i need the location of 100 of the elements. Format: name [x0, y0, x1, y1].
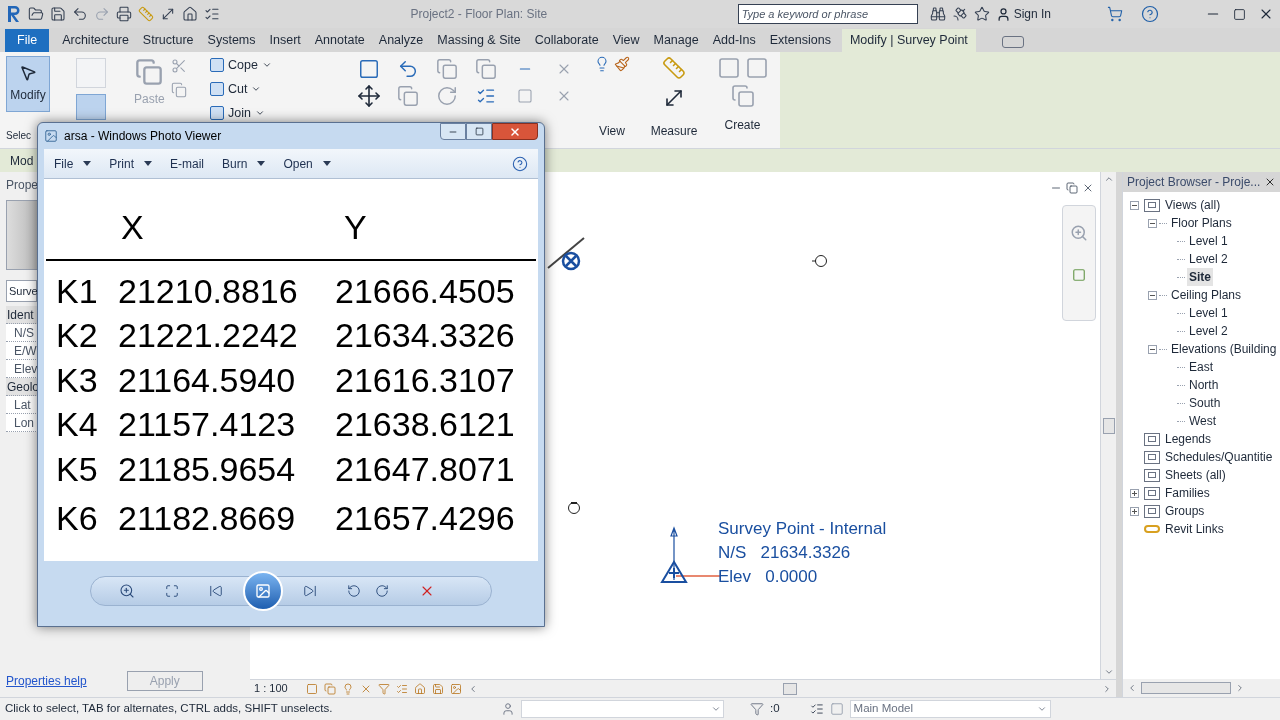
design-options-icon[interactable] — [809, 702, 824, 716]
close-icon[interactable] — [1264, 176, 1276, 188]
geometry-tool[interactable]: Cope — [210, 56, 346, 75]
undo-icon[interactable] — [72, 6, 88, 22]
paint-icon[interactable] — [614, 56, 630, 72]
app-logo-icon[interactable] — [6, 5, 22, 23]
view-control-icon[interactable] — [377, 682, 390, 695]
ribbon-toggle-icon[interactable] — [1001, 36, 1024, 48]
scroll-down-icon[interactable] — [1103, 667, 1114, 677]
print-icon[interactable] — [116, 6, 132, 22]
redo-icon[interactable] — [94, 6, 110, 22]
maximize-button[interactable] — [466, 123, 492, 140]
viewer-menu[interactable]: Open — [283, 154, 331, 173]
expand-toggle[interactable] — [1129, 488, 1139, 498]
view-control-icon[interactable] — [413, 682, 426, 695]
ribbon-tab[interactable]: Annotate — [308, 29, 371, 52]
tree-item[interactable]: Level 1 — [1187, 232, 1230, 250]
tree-item[interactable]: Revit Links — [1163, 520, 1226, 538]
previous-icon[interactable] — [209, 583, 223, 598]
ribbon-tab[interactable]: Manage — [647, 29, 705, 52]
tree-item[interactable]: Level 2 — [1187, 322, 1230, 340]
tree-item[interactable]: East — [1187, 358, 1215, 376]
cut-icon[interactable] — [170, 58, 187, 74]
lightbulb-icon[interactable] — [594, 56, 610, 72]
close-button[interactable] — [492, 123, 538, 140]
view-control-icon[interactable] — [395, 682, 408, 695]
design-option-dropdown[interactable]: Main Model — [849, 700, 1051, 718]
ribbon-tab[interactable]: Modify | Survey Point — [841, 29, 976, 52]
geometry-tool[interactable]: Cut — [210, 79, 346, 99]
restore-icon[interactable] — [1066, 182, 1078, 194]
measure-icon[interactable] — [662, 56, 686, 80]
collapse-toggle[interactable] — [1129, 200, 1139, 210]
ribbon-tab[interactable]: Massing & Site — [431, 29, 527, 52]
ribbon-tab[interactable]: Systems — [201, 29, 262, 52]
tree-item[interactable]: Elevations (Building — [1169, 340, 1279, 358]
viewer-menu[interactable]: E-mail — [170, 154, 205, 173]
ruler-icon[interactable] — [138, 6, 154, 22]
modify-button[interactable]: Modify — [6, 56, 50, 112]
save-icon[interactable] — [50, 6, 66, 22]
tree-item[interactable]: Legends — [1163, 430, 1214, 448]
tree-item[interactable]: Groups — [1163, 502, 1207, 520]
ribbon-tab[interactable]: Architecture — [56, 29, 135, 52]
star-icon[interactable] — [973, 6, 990, 22]
geometry-tool[interactable]: Join — [210, 103, 346, 123]
minimize-button[interactable] — [440, 123, 466, 140]
tree-item[interactable]: North — [1187, 376, 1221, 394]
collapse-toggle[interactable] — [1147, 290, 1157, 300]
viewer-menu[interactable]: Print — [109, 154, 153, 173]
tree-item[interactable]: Schedules/Quantitie — [1163, 448, 1275, 466]
tree-item[interactable]: Level 1 — [1187, 304, 1230, 322]
ribbon-tab[interactable]: Analyze — [372, 29, 430, 52]
view-control-icon[interactable] — [449, 682, 462, 695]
ribbon-tab[interactable]: Add-Ins — [706, 29, 762, 52]
close-icon[interactable] — [1082, 182, 1094, 194]
tree-item[interactable]: Site — [1187, 268, 1213, 286]
ribbon-tab[interactable]: Collaborate — [528, 29, 605, 52]
help-link[interactable]: Properties help — [6, 672, 87, 690]
copy-icon[interactable] — [170, 82, 187, 98]
scrollbar-thumb[interactable] — [1102, 417, 1115, 434]
tree-item[interactable]: Views (all) — [1163, 196, 1223, 214]
maximize-icon[interactable] — [1233, 7, 1246, 21]
tree-item[interactable]: Families — [1163, 484, 1212, 502]
ribbon-tab[interactable]: File — [5, 29, 50, 52]
navigation-bar[interactable] — [1062, 205, 1096, 321]
scroll-left-icon[interactable] — [1127, 683, 1137, 693]
next-icon[interactable] — [303, 583, 317, 598]
rotate-right-icon[interactable] — [375, 583, 389, 598]
scroll-up-icon[interactable] — [1103, 174, 1114, 184]
filter-icon[interactable] — [750, 702, 764, 716]
viewer-menu[interactable]: File — [54, 154, 92, 173]
tree-item[interactable]: South — [1187, 394, 1223, 412]
tree-item[interactable]: Floor Plans — [1169, 214, 1234, 232]
ribbon-tab[interactable]: Structure — [136, 29, 200, 52]
scroll-right-icon[interactable] — [1235, 683, 1245, 693]
scrollbar-thumb[interactable] — [782, 682, 797, 695]
view-control-icon[interactable] — [305, 682, 318, 695]
ribbon-tab[interactable]: View — [606, 29, 646, 52]
tree-item[interactable]: West — [1187, 412, 1219, 430]
dimension-icon[interactable] — [160, 6, 176, 22]
ribbon-tab[interactable]: Extensions — [763, 29, 837, 52]
tree-item[interactable]: Ceiling Plans — [1169, 286, 1244, 304]
search-field[interactable]: Type a keyword or phrase — [737, 4, 918, 24]
scroll-right-icon[interactable] — [1102, 683, 1112, 694]
expand-toggle[interactable] — [1129, 506, 1139, 516]
view-scale[interactable]: 1 : 100 — [254, 680, 288, 697]
view-control-icon[interactable] — [431, 682, 444, 695]
cart-icon[interactable] — [1107, 6, 1123, 22]
collapse-toggle[interactable] — [1147, 218, 1157, 228]
slideshow-button[interactable] — [243, 570, 283, 611]
sign-in-button[interactable]: Sign In — [995, 5, 1051, 23]
home-icon[interactable] — [182, 6, 198, 22]
tree-item[interactable]: Level 2 — [1187, 250, 1230, 268]
collapse-toggle[interactable] — [1147, 344, 1157, 354]
viewer-menu[interactable]: Burn — [222, 154, 266, 173]
open-icon[interactable] — [28, 6, 44, 22]
ribbon-tab[interactable]: Insert — [263, 29, 307, 52]
view-control-icon[interactable] — [341, 682, 354, 695]
help-icon[interactable] — [1141, 5, 1159, 23]
satellite-icon[interactable] — [951, 6, 968, 22]
help-icon[interactable] — [512, 155, 528, 172]
